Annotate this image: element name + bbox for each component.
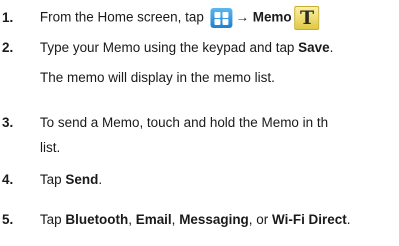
bluetooth-option: Bluetooth: [65, 212, 129, 227]
step-text: To send a Memo, touch and hold the Memo …: [39, 115, 329, 130]
separator: ,: [128, 212, 132, 227]
memo-label: Memo: [252, 9, 292, 25]
step-5: 5. Tap Bluetooth, Email, Messaging, or Wi…: [2, 211, 398, 229]
send-label: Send: [65, 172, 99, 187]
step-number: 4.: [2, 172, 14, 187]
separator: , or: [248, 212, 269, 227]
period: .: [329, 40, 334, 55]
step-text: Tap: [39, 172, 62, 187]
step-2-continuation: The memo will display in the memo list.: [40, 70, 275, 85]
apps-grid-icon: [210, 8, 233, 28]
step-number: 5.: [2, 212, 14, 227]
arrow: →: [235, 9, 249, 25]
step-text: Type your Memo using the keypad and tap: [39, 40, 295, 55]
save-label: Save: [298, 40, 330, 55]
step-4: 4. Tap Send.: [2, 171, 398, 189]
wifi-direct-option: Wi-Fi Direct: [272, 212, 347, 227]
step-3-continuation: list.: [40, 140, 61, 155]
memo-app-icon: T: [294, 6, 320, 30]
separator: ,: [171, 212, 176, 227]
step-3: 3. To send a Memo, touch and hold the Mem…: [2, 114, 398, 132]
step-text: Tap: [39, 212, 62, 227]
email-option: Email: [135, 212, 172, 227]
period: .: [346, 212, 351, 227]
step-number: 3.: [2, 115, 14, 130]
messaging-option: Messaging: [179, 212, 249, 227]
instructions-page: 1. From the Home screen, tap → Memo T 2. Ty…: [0, 0, 399, 246]
step-number: 2.: [2, 40, 14, 55]
period: .: [98, 172, 103, 187]
step-text: From the Home screen, tap: [39, 9, 204, 25]
step-2: 2. Type your Memo using the keypad and ta…: [2, 39, 398, 57]
step-1: 1. From the Home screen, tap → Memo T: [2, 6, 398, 30]
step-number: 1.: [2, 9, 14, 25]
